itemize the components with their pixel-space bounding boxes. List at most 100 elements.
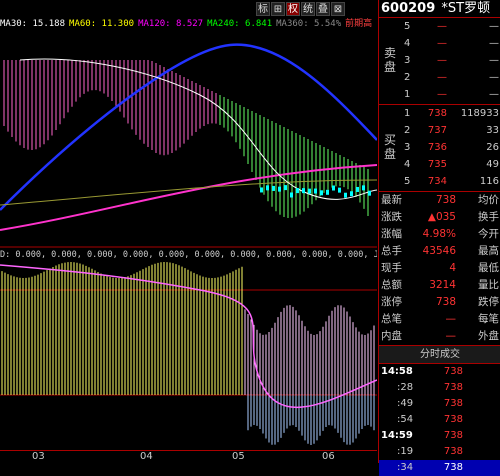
candle xyxy=(290,192,293,197)
candle xyxy=(278,187,281,192)
stat-row: 现手 4 最低 xyxy=(379,260,500,277)
stat-label: 总笔 xyxy=(381,311,402,328)
stat-value: 4.98% xyxy=(423,226,456,243)
buy-volume: 116 xyxy=(480,173,499,190)
stat-label: 最新 xyxy=(381,192,402,209)
candle xyxy=(284,185,287,190)
stat-label: 跌停 xyxy=(478,294,499,311)
stat-label: 现手 xyxy=(381,260,402,277)
candle xyxy=(296,188,299,193)
trade-row[interactable]: 14:59 738 xyxy=(379,428,500,444)
trade-row[interactable]: :54 738 xyxy=(379,412,500,428)
trade-price: 738 xyxy=(444,428,463,444)
x-axis-label-06: 06 xyxy=(322,451,335,462)
candle xyxy=(344,193,347,198)
toolbar-button-3[interactable]: 统 xyxy=(301,2,315,16)
stat-row: 涨停 738 跌停 xyxy=(379,294,500,311)
buy-level: 5 xyxy=(404,173,410,190)
buy-level-row[interactable]: 1 738 118933 xyxy=(401,105,500,122)
candle xyxy=(326,190,329,195)
candle xyxy=(356,187,359,192)
price-line xyxy=(20,59,377,199)
ma-legend-item: MA240: 6.841 xyxy=(207,19,272,28)
buy-volume: 33 xyxy=(486,122,499,139)
sell-level-row[interactable]: 4 — — xyxy=(401,35,500,52)
trade-row[interactable]: :28 738 xyxy=(379,380,500,396)
x-axis-label-05: 05 xyxy=(232,451,245,462)
buy-price: 736 xyxy=(428,139,447,156)
buy-levels: 1 738 118933 2 737 33 3 736 26 4 735 49 5 734 116 xyxy=(401,105,500,190)
toolbar-button-2[interactable]: 权 xyxy=(286,2,300,16)
trade-time: :34 xyxy=(397,460,413,476)
sell-level: 2 xyxy=(404,69,410,86)
stat-row: 总手 43546 最高 xyxy=(379,243,500,260)
buy-level-row[interactable]: 2 737 33 xyxy=(401,122,500,139)
sell-level: 1 xyxy=(404,86,410,103)
buy-level-row[interactable]: 3 736 26 xyxy=(401,139,500,156)
stat-row: 涨幅 4.98% 今开 xyxy=(379,226,500,243)
sell-volume: — xyxy=(489,35,499,52)
stat-label: 涨跌 xyxy=(381,209,402,226)
trade-price: 738 xyxy=(444,380,463,396)
buy-price: 738 xyxy=(428,105,447,122)
stat-label: 外盘 xyxy=(478,328,499,345)
oscillator-legend: D: 0.000, 0.000, 0.000, 0.000, 0.000, 0.… xyxy=(0,250,377,262)
ma-legend-item: MA360: 5.54% xyxy=(276,19,341,28)
buy-price: 737 xyxy=(428,122,447,139)
trade-row[interactable]: :19 738 xyxy=(379,444,500,460)
quote-stats: 最新 738 均价 涨跌 ▲035 换手 涨幅 4.98% 今开 总手 43546 最高 现手 4 最低 总额… xyxy=(379,191,500,345)
trade-price: 738 xyxy=(444,412,463,428)
trade-time: :19 xyxy=(397,444,413,460)
trades-list[interactable]: 14:58 738:28 738:49 738:54 738 14:59 738:19 738… xyxy=(379,364,500,476)
stat-row: 最新 738 均价 xyxy=(379,192,500,209)
sell-level-row[interactable]: 3 — — xyxy=(401,52,500,69)
trade-row[interactable]: :34 738 xyxy=(379,460,500,476)
trades-header[interactable]: 分时成交 xyxy=(379,345,500,364)
buy-price: 734 xyxy=(428,173,447,190)
candle xyxy=(332,186,335,191)
stock-header: 600209 *ST罗顿 xyxy=(379,0,500,17)
sell-volume: — xyxy=(489,86,499,103)
ma-legend-item: MA30: 15.188 xyxy=(0,19,65,28)
stat-value: 4 xyxy=(449,260,456,277)
stat-label: 最低 xyxy=(478,260,499,277)
trade-time: :49 xyxy=(397,396,413,412)
stat-value: 738 xyxy=(436,294,456,311)
stat-label: 换手 xyxy=(478,209,499,226)
trade-time: 14:58 xyxy=(381,364,413,380)
trade-time: :54 xyxy=(397,412,413,428)
sell-level: 3 xyxy=(404,52,410,69)
kline-chart-svg[interactable] xyxy=(0,0,377,463)
chart-toolbar: 标 ⊞ 权统叠 ⊠ xyxy=(256,2,345,16)
buy-book: 买盘 1 738 118933 2 737 33 3 736 26 4 735 49 5 734 116 xyxy=(379,104,500,191)
buy-level: 3 xyxy=(404,139,410,156)
x-axis-label-03: 03 xyxy=(32,451,45,462)
ma-legend-item: MA120: 8.527 xyxy=(138,19,203,28)
x-axis-label-04: 04 xyxy=(140,451,153,462)
ma-legend-item: MA60: 11.300 xyxy=(69,19,134,28)
stat-value: 43546 xyxy=(423,243,456,260)
sell-levels: 5— —4— —3— —2— —1 — — xyxy=(401,18,500,103)
candle xyxy=(368,191,371,196)
candle xyxy=(260,187,263,192)
toolbar-button-5[interactable]: ⊠ xyxy=(331,2,345,16)
kline-chart-area[interactable]: MA30: 15.188 MA60: 11.300 MA120: 8.527 MA24… xyxy=(0,0,377,463)
sell-level-row[interactable]: 1 — — xyxy=(401,86,500,103)
buy-level-row[interactable]: 4 735 49 xyxy=(401,156,500,173)
toolbar-button-1[interactable]: ⊞ xyxy=(271,2,285,16)
trade-row[interactable]: :49 738 xyxy=(379,396,500,412)
stat-label: 总手 xyxy=(381,243,402,260)
quote-panel: 600209 *ST罗顿 卖盘 5— —4— —3— —2— —1— — 买盘 1 738 1… xyxy=(378,0,500,463)
candle xyxy=(350,191,353,196)
buy-level-row[interactable]: 5 734 116 xyxy=(401,173,500,190)
sell-level-row[interactable]: 5 — — xyxy=(401,18,500,35)
toolbar-button-4[interactable]: 叠 xyxy=(316,2,330,16)
buy-level: 4 xyxy=(404,156,410,173)
sell-level-row[interactable]: 2 — — xyxy=(401,69,500,86)
sell-price: — xyxy=(437,86,447,103)
stat-label: 总额 xyxy=(381,277,402,294)
stat-label: 每笔 xyxy=(478,311,499,328)
toolbar-button-0[interactable]: 标 xyxy=(256,2,270,16)
trade-row[interactable]: 14:58 738 xyxy=(379,364,500,380)
sell-label: 卖盘 xyxy=(379,46,401,74)
